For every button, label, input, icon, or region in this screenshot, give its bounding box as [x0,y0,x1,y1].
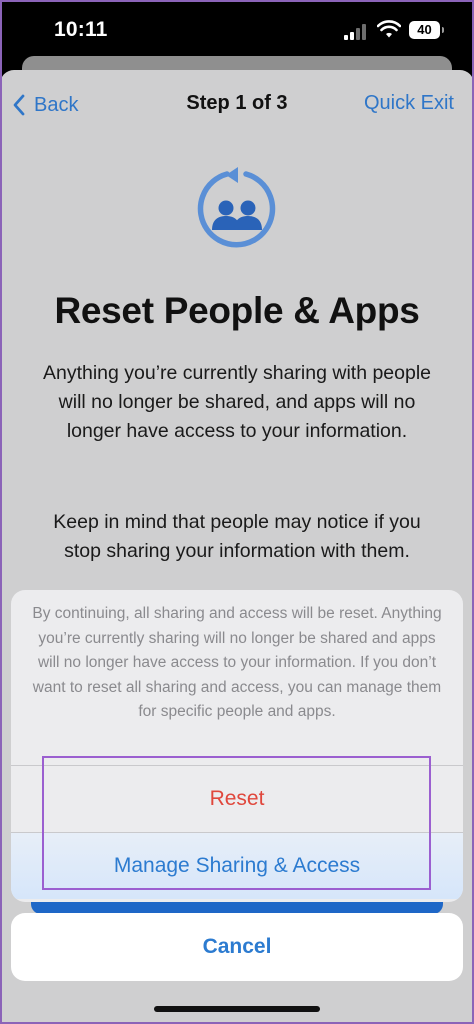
status-time: 10:11 [54,18,108,41]
status-bar: 10:11 40 [0,0,474,62]
page-title: Reset People & Apps [54,290,420,331]
manage-sharing-button[interactable]: Manage Sharing & Access [11,833,463,899]
cellular-signal-icon [344,24,366,40]
home-indicator[interactable] [154,1006,320,1012]
reset-button[interactable]: Reset [11,766,463,832]
description-paragraph: Anything you’re currently sharing with p… [42,362,432,442]
quick-exit-button[interactable]: Quick Exit [364,92,454,115]
action-sheet: By continuing, all sharing and access wi… [11,590,463,902]
battery-icon: 40 [409,21,444,39]
people-reset-icon [197,167,276,248]
cancel-button[interactable]: Cancel [11,913,463,981]
wifi-icon [377,20,401,38]
notice-paragraph: Keep in mind that people may notice if y… [53,511,421,562]
action-sheet-message: By continuing, all sharing and access wi… [32,605,442,720]
